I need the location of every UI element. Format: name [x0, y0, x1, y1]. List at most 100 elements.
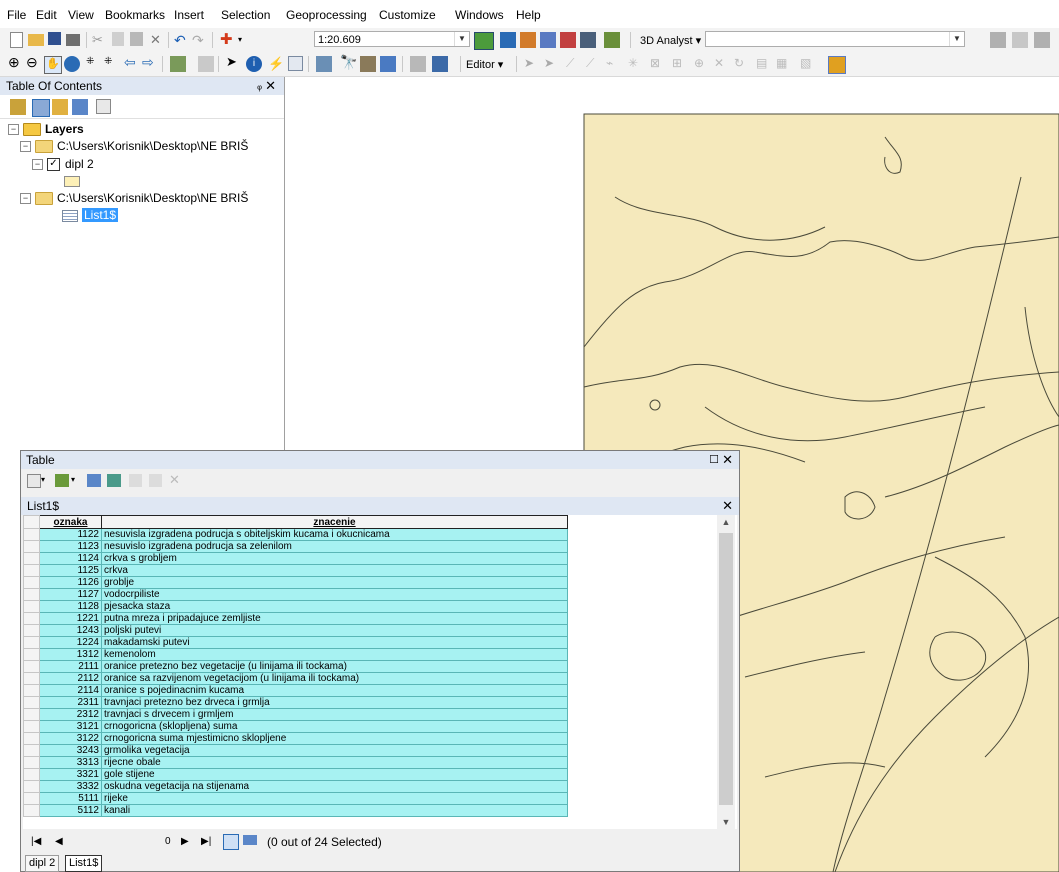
- cell-znacenie[interactable]: crnogoricna suma mjestimicno sklopljene: [101, 732, 568, 745]
- point-icon[interactable]: ✳: [628, 56, 644, 72]
- row-selector[interactable]: [23, 660, 40, 673]
- cell-znacenie[interactable]: pjesacka staza: [101, 600, 568, 613]
- table-row[interactable]: 2114 oranice s pojedinacnim kucama: [23, 684, 568, 697]
- maximize-icon[interactable]: ☐: [709, 451, 719, 469]
- tree-source-2[interactable]: − C:\Users\Korisnik\Desktop\NE BRIŠ: [20, 190, 248, 206]
- last-record-icon[interactable]: ▶|: [201, 836, 211, 847]
- cell-oznaka[interactable]: 2312: [39, 708, 102, 721]
- menu-edit[interactable]: Edit: [36, 8, 57, 22]
- cell-znacenie[interactable]: kanali: [101, 804, 568, 817]
- menu-view[interactable]: View: [68, 8, 94, 22]
- close-icon[interactable]: ✕: [722, 497, 733, 515]
- cell-znacenie[interactable]: travnjaci s drvecem i grmljem: [101, 708, 568, 721]
- cell-oznaka[interactable]: 3313: [39, 756, 102, 769]
- cell-znacenie[interactable]: oranice sa razvijenom vegetacijom (u lin…: [101, 672, 568, 685]
- cell-oznaka[interactable]: 5111: [39, 792, 102, 805]
- pan-icon[interactable]: ✋: [44, 56, 62, 74]
- 3d-tool-icon[interactable]: [1012, 32, 1028, 48]
- table-row[interactable]: 3122 crnogoricna suma mjestimicno skloplj…: [23, 732, 568, 745]
- time-slider-icon[interactable]: [410, 56, 426, 72]
- paste-icon[interactable]: [130, 32, 143, 46]
- cell-znacenie[interactable]: travnjaci pretezno bez drveca i grmlja: [101, 696, 568, 709]
- cell-oznaka[interactable]: 1122: [39, 528, 102, 541]
- row-selector[interactable]: [23, 576, 40, 589]
- cell-oznaka[interactable]: 1243: [39, 624, 102, 637]
- row-selector[interactable]: [23, 780, 40, 793]
- 3d-analyst-layer-combo[interactable]: ▼: [705, 31, 965, 47]
- row-selector[interactable]: [23, 552, 40, 565]
- table-row[interactable]: 1122 nesuvisla izgradena podrucja s obite…: [23, 528, 568, 541]
- previous-record-icon[interactable]: ◀: [55, 836, 63, 847]
- layer-visibility-checkbox[interactable]: ✓: [47, 158, 60, 172]
- row-selector[interactable]: [23, 588, 40, 601]
- chevron-down-icon[interactable]: ▾: [71, 475, 87, 491]
- cell-oznaka[interactable]: 2112: [39, 672, 102, 685]
- list-by-drawing-order-icon[interactable]: [10, 99, 26, 115]
- cell-znacenie[interactable]: makadamski putevi: [101, 636, 568, 649]
- cell-oznaka[interactable]: 3121: [39, 720, 102, 733]
- editor-toolbar-icon[interactable]: [474, 32, 494, 50]
- rotate-icon[interactable]: ↻: [734, 56, 750, 72]
- row-selector[interactable]: [23, 792, 40, 805]
- cell-znacenie[interactable]: groblje: [101, 576, 568, 589]
- cell-znacenie[interactable]: rijeke: [101, 792, 568, 805]
- cell-znacenie[interactable]: nesuvisla izgradena podrucja s obiteljsk…: [101, 528, 568, 541]
- show-all-records-icon[interactable]: [223, 834, 239, 850]
- table-row[interactable]: 2312 travnjaci s drvecem i grmljem: [23, 708, 568, 721]
- first-record-icon[interactable]: |◀: [31, 836, 41, 847]
- cell-oznaka[interactable]: 2111: [39, 660, 102, 673]
- cell-znacenie[interactable]: crkva s grobljem: [101, 552, 568, 565]
- cell-znacenie[interactable]: poljski putevi: [101, 624, 568, 637]
- cell-znacenie[interactable]: gole stijene: [101, 768, 568, 781]
- print-icon[interactable]: [66, 34, 80, 46]
- edit-annotation-icon[interactable]: ➤: [544, 56, 560, 72]
- cell-znacenie[interactable]: grmolika vegetacija: [101, 744, 568, 757]
- zoom-in-icon[interactable]: ⊕: [8, 54, 24, 70]
- table-row[interactable]: 3121 crnogoricna (sklopljena) suma: [23, 720, 568, 733]
- column-header-znacenie[interactable]: znacenie: [101, 515, 568, 529]
- find-icon[interactable]: 🔭: [340, 54, 357, 70]
- python-window-icon[interactable]: [580, 32, 596, 48]
- copy-icon[interactable]: [112, 32, 124, 46]
- scroll-up-icon[interactable]: ▲: [717, 517, 735, 527]
- show-selected-records-icon[interactable]: [243, 835, 257, 845]
- menu-customize[interactable]: Customize: [379, 8, 436, 22]
- fixed-zoom-in-icon[interactable]: ⁜: [86, 56, 102, 72]
- cut-icon[interactable]: ✂: [92, 32, 108, 48]
- editor-menu[interactable]: Editor ▾: [466, 58, 503, 71]
- row-selector[interactable]: [23, 708, 40, 721]
- cell-oznaka[interactable]: 3332: [39, 780, 102, 793]
- 3d-tool-icon[interactable]: [990, 32, 1006, 48]
- cell-oznaka[interactable]: 1127: [39, 588, 102, 601]
- chevron-down-icon[interactable]: ▼: [949, 32, 964, 46]
- cell-oznaka[interactable]: 1312: [39, 648, 102, 661]
- list-by-visibility-icon[interactable]: [52, 99, 68, 115]
- cell-oznaka[interactable]: 1125: [39, 564, 102, 577]
- related-tables-icon[interactable]: [55, 474, 69, 487]
- cell-znacenie[interactable]: oranice pretezno bez vegetacije (u linij…: [101, 660, 568, 673]
- list-by-source-icon[interactable]: [32, 99, 50, 117]
- close-icon[interactable]: ✕: [722, 451, 733, 469]
- identify-results-icon[interactable]: [500, 32, 516, 48]
- tree-layers[interactable]: − Layers: [8, 121, 84, 137]
- table-row[interactable]: 3321 gole stijene: [23, 768, 568, 781]
- tab-list1[interactable]: List1$: [65, 855, 103, 872]
- menu-geoprocessing[interactable]: Geoprocessing: [286, 8, 367, 22]
- table-row[interactable]: 1124 crkva s grobljem: [23, 552, 568, 565]
- cell-znacenie[interactable]: crkva: [101, 564, 568, 577]
- back-icon[interactable]: ⇦: [124, 54, 140, 70]
- cell-oznaka[interactable]: 3243: [39, 744, 102, 757]
- forward-icon[interactable]: ⇨: [142, 54, 158, 70]
- cell-oznaka[interactable]: 1128: [39, 600, 102, 613]
- row-selector[interactable]: [23, 744, 40, 757]
- cell-oznaka[interactable]: 1224: [39, 636, 102, 649]
- row-selector[interactable]: [23, 756, 40, 769]
- table-row[interactable]: 3243 grmolika vegetacija: [23, 744, 568, 757]
- table-row[interactable]: 1221 putna mreza i pripadajuce zemljiste: [23, 612, 568, 625]
- menu-insert[interactable]: Insert: [174, 8, 204, 22]
- hyperlink-icon[interactable]: ⚡: [268, 56, 284, 72]
- row-selector[interactable]: [23, 564, 40, 577]
- select-elements-icon[interactable]: ➤: [226, 54, 242, 70]
- select-by-attributes-icon[interactable]: [87, 474, 101, 487]
- row-selector[interactable]: [23, 624, 40, 637]
